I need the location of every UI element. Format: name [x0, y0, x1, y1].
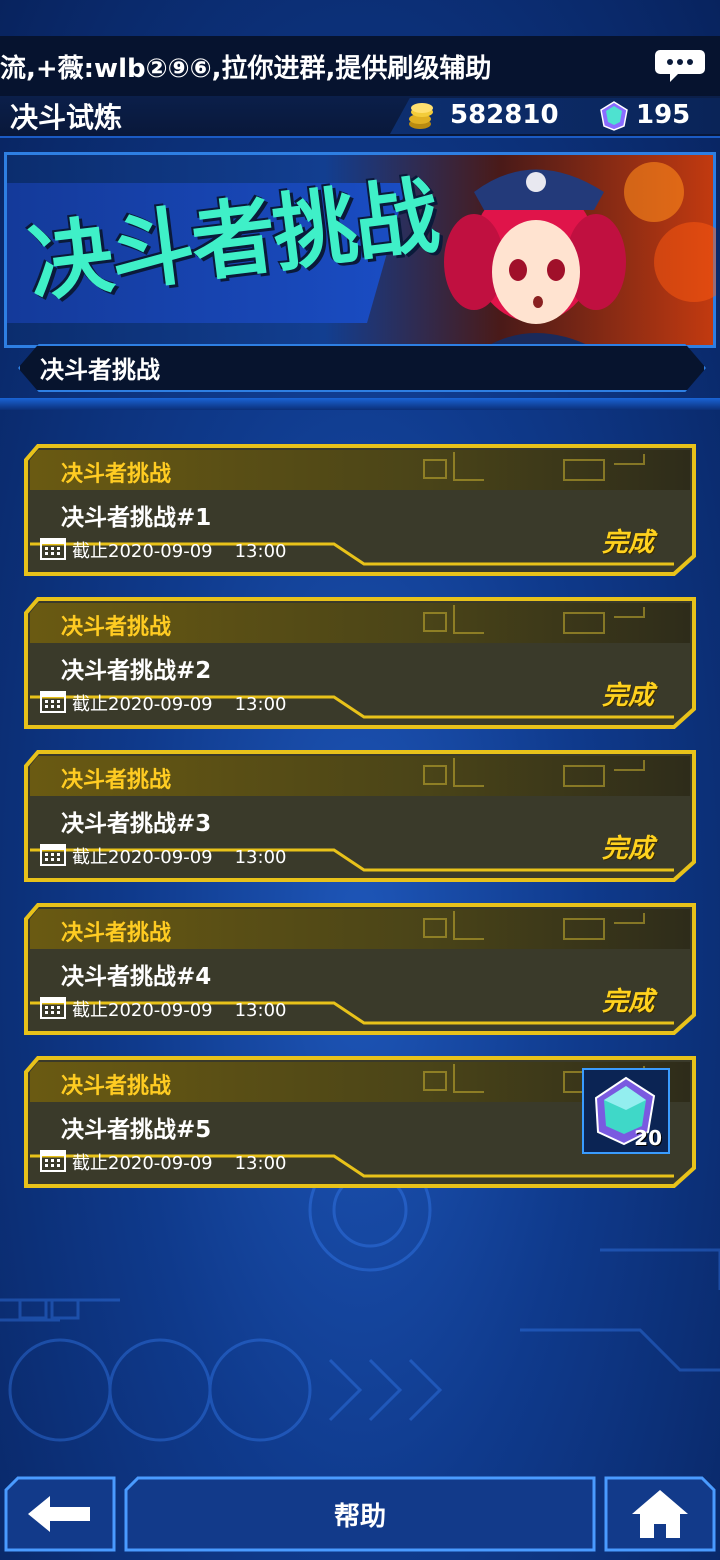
card-deadline: 截止2020-09-09 13:00	[72, 843, 286, 869]
page-title: 决斗试炼	[10, 101, 123, 134]
card-title: 决斗者挑战#3	[61, 811, 212, 837]
deadline-date: 截止2020-09-09	[72, 1000, 213, 1021]
card-category: 决斗者挑战	[61, 768, 172, 793]
character-illustration	[444, 162, 716, 348]
deadline-date: 截止2020-09-09	[72, 694, 213, 715]
deadline-date: 截止2020-09-09	[72, 541, 213, 562]
deadline-time: 13:00	[234, 847, 287, 868]
deadline-time: 13:00	[234, 1000, 287, 1021]
calendar-icon	[40, 691, 66, 713]
card-category: 决斗者挑战	[61, 921, 172, 946]
card-category: 决斗者挑战	[61, 615, 172, 640]
announcement-ticker: 流,+薇:wlb②⑨⑥,拉你进群,提供刷级辅助	[0, 36, 720, 96]
calendar-icon	[40, 1150, 66, 1172]
ticker-text: 流,+薇:wlb②⑨⑥,拉你进群,提供刷级辅助	[0, 54, 492, 84]
card-title: 决斗者挑战#4	[61, 964, 212, 990]
challenge-card[interactable]: 决斗者挑战决斗者挑战#2 截止2020-09-09 13:00 完成	[24, 597, 696, 729]
card-category: 决斗者挑战	[61, 462, 172, 487]
card-title: 决斗者挑战#5	[61, 1117, 212, 1143]
banner-label: 决斗者挑战	[40, 356, 160, 384]
gem-icon	[600, 101, 628, 131]
bottom-nav: 帮助	[0, 1472, 720, 1560]
deadline-time: 13:00	[234, 694, 287, 715]
calendar-icon	[40, 997, 66, 1019]
challenge-card[interactable]: 决斗者挑战决斗者挑战#5 截止2020-09-09 13:00 20	[24, 1056, 696, 1188]
card-deadline: 截止2020-09-09 13:00	[72, 537, 286, 563]
chat-bubble-icon[interactable]	[654, 46, 706, 86]
completed-label: 完成	[602, 681, 655, 711]
reward-quantity: 20	[634, 1126, 662, 1150]
card-deadline: 截止2020-09-09 13:00	[72, 1149, 286, 1175]
back-button[interactable]	[4, 1476, 116, 1552]
calendar-icon	[40, 538, 66, 560]
gold-coin-icon	[409, 103, 433, 129]
banner-title: 决斗者挑战	[23, 165, 443, 314]
completed-label: 完成	[602, 528, 655, 558]
section-divider	[0, 398, 720, 410]
event-banner[interactable]: 决斗者挑战 决斗者挑战	[4, 152, 716, 392]
gold-amount: 582810	[450, 100, 559, 130]
completed-label: 完成	[602, 834, 655, 864]
help-button[interactable]	[124, 1476, 596, 1552]
card-title: 决斗者挑战#2	[61, 658, 212, 684]
deadline-time: 13:00	[234, 541, 287, 562]
currency-bar: 582810 195	[390, 98, 720, 134]
deadline-date: 截止2020-09-09	[72, 1153, 213, 1174]
card-title: 决斗者挑战#1	[61, 505, 212, 531]
challenge-card[interactable]: 决斗者挑战决斗者挑战#3 截止2020-09-09 13:00 完成	[24, 750, 696, 882]
card-deadline: 截止2020-09-09 13:00	[72, 690, 286, 716]
deadline-date: 截止2020-09-09	[72, 847, 213, 868]
deadline-time: 13:00	[234, 1153, 287, 1174]
calendar-icon	[40, 844, 66, 866]
card-category: 决斗者挑战	[61, 1074, 172, 1099]
home-button[interactable]	[604, 1476, 716, 1552]
challenge-card[interactable]: 决斗者挑战决斗者挑战#4 截止2020-09-09 13:00 完成	[24, 903, 696, 1035]
challenge-card[interactable]: 决斗者挑战决斗者挑战#1 截止2020-09-09 13:00 完成	[24, 444, 696, 576]
completed-label: 完成	[602, 987, 655, 1017]
gem-amount: 195	[636, 100, 691, 130]
card-deadline: 截止2020-09-09 13:00	[72, 996, 286, 1022]
reward-box[interactable]: 20	[582, 1068, 670, 1154]
